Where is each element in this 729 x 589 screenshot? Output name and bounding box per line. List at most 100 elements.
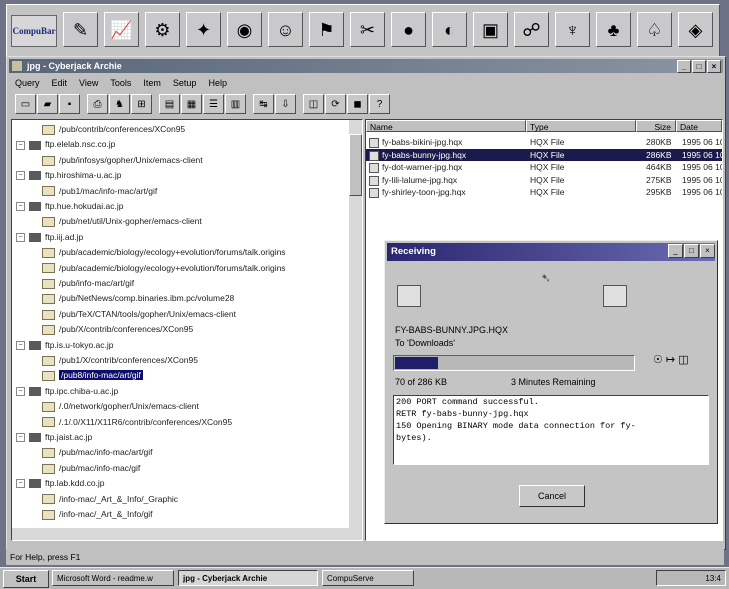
tree-host-node[interactable]: − ftp.is.u-tokyo.ac.jp bbox=[16, 338, 114, 352]
column-header-date[interactable]: Date bbox=[676, 120, 722, 132]
launcher-disk-button[interactable]: ◉ bbox=[227, 12, 262, 47]
launcher-globe-button[interactable]: ● bbox=[391, 12, 426, 47]
menu-setup[interactable]: Setup bbox=[167, 78, 203, 88]
tree-folder-node[interactable]: /pub/mac/info-mac/gif bbox=[42, 461, 140, 475]
launcher-gear-tools-button[interactable]: ⚙ bbox=[145, 12, 180, 47]
save-button[interactable]: ▪ bbox=[59, 94, 80, 114]
collapse-toggle-icon[interactable]: − bbox=[16, 202, 25, 212]
tree-folder-node[interactable]: /pub/mac/info-mac/art/gif bbox=[42, 445, 153, 459]
file-row[interactable]: fy-dot-warner-jpg.hqx HQX File 464KB 1995 0… bbox=[366, 161, 722, 173]
launcher-monitor-button[interactable]: ▣ bbox=[473, 12, 508, 47]
menu-item[interactable]: Item bbox=[137, 78, 167, 88]
task-compuserve[interactable]: CompuServe bbox=[322, 570, 414, 586]
view-button[interactable]: ◫ bbox=[303, 94, 324, 114]
help-button[interactable]: ? bbox=[369, 94, 390, 114]
close-button[interactable]: × bbox=[707, 60, 721, 73]
new-button[interactable]: ▭ bbox=[15, 94, 36, 114]
connect-button[interactable]: ↹ bbox=[253, 94, 274, 114]
column-header-type[interactable]: Type bbox=[526, 120, 636, 132]
collapse-toggle-icon[interactable]: − bbox=[16, 140, 25, 150]
task-archie[interactable]: jpg - Cyberjack Archie bbox=[178, 570, 318, 586]
tree-folder-node[interactable]: /pub/NetNews/comp.binaries.ibm.pc/volume… bbox=[42, 291, 234, 305]
stop-button[interactable]: ◼ bbox=[347, 94, 368, 114]
tree-folder-node[interactable]: /pub8/info-mac/art/gif bbox=[42, 368, 143, 382]
ftp-button[interactable]: ⊞ bbox=[131, 94, 152, 114]
maximize-button[interactable]: □ bbox=[692, 60, 706, 73]
tree-folder-node[interactable]: /pub/X/contrib/conferences/XCon95 bbox=[42, 322, 193, 336]
tree-folder-node[interactable]: /info-mac/_Art_&_Info/gif bbox=[42, 507, 153, 521]
dialog-close-button[interactable]: × bbox=[700, 244, 715, 258]
tree-host-node[interactable]: − ftp.hue.hokudai.ac.jp bbox=[16, 199, 123, 213]
tree-folder-node[interactable]: /info-mac/_Art_&_Info/_Graphic bbox=[42, 492, 178, 506]
ftp-log[interactable]: 200 PORT command successful. RETR fy-bab… bbox=[393, 395, 709, 465]
launcher-people-button[interactable]: ♣ bbox=[596, 12, 631, 47]
file-row[interactable]: fy-babs-bunny-jpg.hqx HQX File 286KB 1995 0… bbox=[366, 148, 722, 161]
tree-folder-node[interactable]: /pub1/X/contrib/conferences/XCon95 bbox=[42, 353, 198, 367]
tree-vertical-scrollbar[interactable] bbox=[349, 120, 362, 540]
menu-tools[interactable]: Tools bbox=[104, 78, 137, 88]
launcher-pencil-chart-button[interactable]: ✎ bbox=[63, 12, 98, 47]
print-button[interactable]: ⎙ bbox=[87, 94, 108, 114]
open-button[interactable]: ▰ bbox=[37, 94, 58, 114]
file-row[interactable]: fy-shirley-toon-jpg.hqx HQX File 295KB 1995… bbox=[366, 186, 722, 198]
list-button[interactable]: ☰ bbox=[203, 94, 224, 114]
tree-scroll-thumb[interactable] bbox=[349, 134, 362, 196]
collapse-toggle-icon[interactable]: − bbox=[16, 233, 25, 243]
launcher-person-button[interactable]: ☺ bbox=[268, 12, 303, 47]
collapse-toggle-icon[interactable]: − bbox=[16, 387, 25, 397]
menu-help[interactable]: Help bbox=[202, 78, 233, 88]
launcher-internet-globe-button[interactable]: ◐ bbox=[432, 12, 467, 47]
task-word[interactable]: Microsoft Word - readme.w bbox=[52, 570, 174, 586]
tree-folder-node[interactable]: /pub/TeX/CTAN/tools/gopher/Unix/emacs-cl… bbox=[42, 307, 236, 321]
find-button[interactable]: ♞ bbox=[109, 94, 130, 114]
dialog-title[interactable]: Receiving bbox=[387, 243, 715, 261]
menu-view[interactable]: View bbox=[73, 78, 104, 88]
minimize-button[interactable]: _ bbox=[677, 60, 691, 73]
tree-host-node[interactable]: − ftp.elelab.nsc.co.jp bbox=[16, 137, 115, 151]
tree-folder-node[interactable]: /pub/academic/biology/ecology+evolution/… bbox=[42, 261, 286, 275]
window-titlebar[interactable]: jpg - Cyberjack Archie _ □ × bbox=[9, 59, 723, 73]
launcher-paint-button[interactable]: ✂ bbox=[350, 12, 385, 47]
file-row[interactable]: fy-lili-lalume-jpg.hqx HQX File 275KB 1995 … bbox=[366, 174, 722, 186]
launcher-graph-button[interactable]: 📈 bbox=[104, 12, 139, 47]
launcher-puzzle-button[interactable]: ✦ bbox=[186, 12, 221, 47]
app-icon[interactable] bbox=[12, 61, 22, 71]
launcher-car-button[interactable]: ⚑ bbox=[309, 12, 344, 47]
file-row[interactable]: fy-babs-bikini-jpg.hqx HQX File 280KB 1995 … bbox=[366, 136, 722, 148]
details-button[interactable]: ▥ bbox=[225, 94, 246, 114]
tree-folder-node[interactable]: /pub/infosys/gopher/Unix/emacs-client bbox=[42, 153, 203, 167]
tree-host-node[interactable]: − ftp.hiroshima-u.ac.jp bbox=[16, 168, 122, 182]
tree-folder-node[interactable]: /pub/academic/biology/ecology+evolution/… bbox=[42, 245, 286, 259]
start-button[interactable]: Start bbox=[3, 570, 49, 588]
tree-folder-node[interactable]: /pub/net/util/Unix-gopher/emacs-client bbox=[42, 214, 202, 228]
collapse-toggle-icon[interactable]: − bbox=[16, 433, 25, 443]
launcher-chat-button[interactable]: ♤ bbox=[637, 12, 672, 47]
tree-folder-node[interactable]: /.0/network/gopher/Unix/emacs-client bbox=[42, 399, 199, 413]
launcher-shield-button[interactable]: ◈ bbox=[678, 12, 713, 47]
launcher-hierarchy-button[interactable]: ♆ bbox=[555, 12, 590, 47]
tree-folder-node[interactable]: /.1/.0/X11/X11R6/contrib/conferences/XCo… bbox=[42, 415, 232, 429]
column-header-name[interactable]: Name bbox=[366, 120, 526, 132]
tree-host-node[interactable]: − ftp.jaist.ac.jp bbox=[16, 430, 92, 444]
refresh-button[interactable]: ⟳ bbox=[325, 94, 346, 114]
cancel-button[interactable]: Cancel bbox=[519, 485, 585, 507]
column-header-size[interactable]: Size bbox=[636, 120, 676, 132]
launcher-network-button[interactable]: ☍ bbox=[514, 12, 549, 47]
collapse-toggle-icon[interactable]: − bbox=[16, 479, 25, 489]
download-button[interactable]: ⇩ bbox=[275, 94, 296, 114]
collapse-toggle-icon[interactable]: − bbox=[16, 340, 25, 350]
tree-host-node[interactable]: − ftp.ipc.chiba-u.ac.jp bbox=[16, 384, 118, 398]
menu-query[interactable]: Query bbox=[9, 78, 46, 88]
launcher-logo[interactable]: CompuBar bbox=[11, 15, 57, 47]
collapse-toggle-icon[interactable]: − bbox=[16, 171, 25, 181]
dialog-maximize-button[interactable]: □ bbox=[684, 244, 699, 258]
tree-horizontal-scrollbar[interactable] bbox=[12, 528, 349, 540]
tree-folder-node[interactable]: /pub/info-mac/art/gif bbox=[42, 276, 134, 290]
tree-folder-node[interactable]: /pub/contrib/conferences/XCon95 bbox=[42, 122, 185, 136]
menu-edit[interactable]: Edit bbox=[46, 78, 74, 88]
larges-icon-button[interactable]: ▤ bbox=[159, 94, 180, 114]
tree-host-node[interactable]: − ftp.lab.kdd.co.jp bbox=[16, 476, 105, 490]
tree-folder-node[interactable]: /pub1/mac/info-mac/art/gif bbox=[42, 184, 157, 198]
tree-host-node[interactable]: − ftp.iij.ad.jp bbox=[16, 230, 83, 244]
smalls-icon-button[interactable]: ▦ bbox=[181, 94, 202, 114]
